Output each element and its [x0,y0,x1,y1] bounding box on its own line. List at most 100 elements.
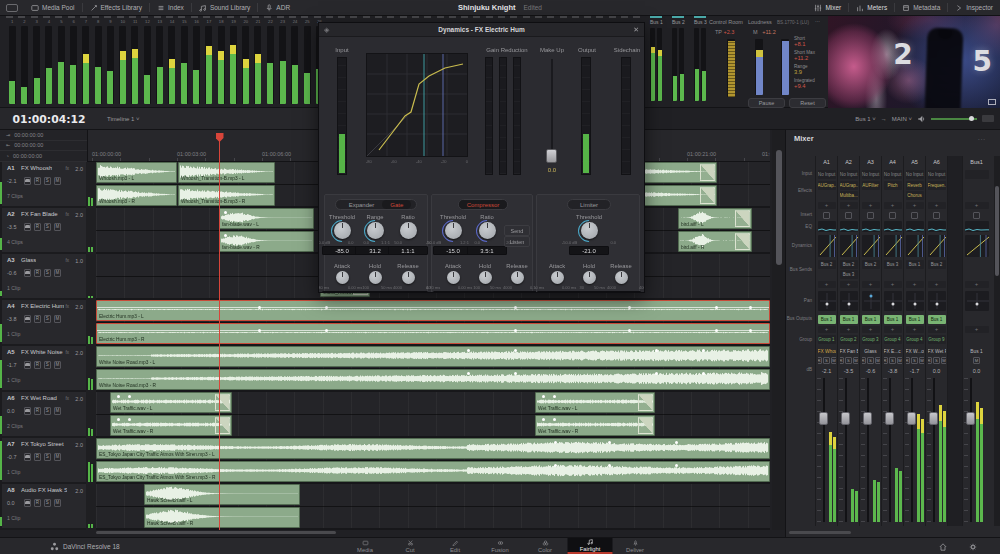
loudness-menu[interactable]: ... [815,17,820,23]
add-output-button[interactable]: + [906,326,924,333]
add-effect-button[interactable]: + [884,202,902,209]
mute-button[interactable]: M [54,315,62,323]
pan-control[interactable] [906,291,924,311]
add-effect-button[interactable]: + [928,202,946,209]
solo-button[interactable]: S [44,407,52,415]
group-chip[interactable]: Group 4 [884,335,902,344]
timeline-horizontal-scrollbar[interactable] [96,531,336,534]
lock-button[interactable] [24,453,32,461]
effect-chip[interactable]: Reverb [906,181,924,190]
lim-threshold-knob[interactable]: Threshold -50.0 dB0.0 -21.0 [556,214,622,255]
audio-clip[interactable]: Electric Hum.mp3 - L [96,300,770,321]
add-send-button[interactable]: + [965,281,989,288]
audio-clip[interactable]: fan-blade.wav - R [219,231,314,252]
lock-button[interactable] [24,361,32,369]
group-chip[interactable]: Group 2 [840,335,858,344]
effect-chip[interactable]: Frequen... [928,181,946,190]
add-send-button[interactable]: + [928,281,946,288]
bus-output-chip[interactable]: Bus 1 [840,315,858,324]
bus-output-chip[interactable]: Bus 1 [906,315,924,324]
track-header-a3[interactable]: A3Glass fx1.0 -0.6 R S M 1 Clip [0,254,86,298]
limiter-toggle[interactable]: Limiter [567,199,611,210]
solo-button[interactable]: S [44,361,52,369]
channel-fader[interactable] [964,376,989,526]
add-output-button[interactable]: + [862,326,880,333]
audio-clip[interactable]: White Noise Road.mp3 - R [96,369,770,390]
track-header-a2[interactable]: A2FX Fan Blade fx2.0 -3.5 R S M 4 Clips [0,208,86,252]
timeline-tab[interactable]: Timeline 1 ˅ [107,116,140,122]
channel-fader[interactable] [839,376,858,526]
add-output-button[interactable]: + [965,326,989,333]
insert-toggle[interactable] [867,212,874,219]
dialog-bypass-icon[interactable]: ◈ [324,26,329,34]
audio-clip[interactable]: Electric Hum.mp3 - R [96,323,770,344]
lock-button[interactable] [24,499,32,507]
arm-button[interactable]: R [34,269,42,277]
lock-button[interactable] [24,177,32,185]
media-pool-button[interactable]: Media Pool [24,0,82,15]
monitor-source[interactable]: Bus 1 ˅ [855,116,876,122]
dynamics-thumbnail[interactable] [884,235,902,257]
add-effect-button[interactable]: + [965,202,989,209]
page-cut[interactable]: Cut [388,538,433,554]
channel-fader[interactable] [883,376,902,526]
track-header-a5[interactable]: A5FX White Noise fx2.0 -1.7 R S M 1 Clip [0,346,86,390]
channel-fader[interactable] [927,376,946,526]
meters-button[interactable]: Meters [849,0,894,15]
effect-chip[interactable]: Multiba... [840,191,858,200]
compressor-toggle[interactable]: Compressor [458,199,508,210]
add-effect-button[interactable]: + [840,202,858,209]
mute-button[interactable]: M [54,223,62,231]
arm-button[interactable]: R [34,361,42,369]
lim-release-knob[interactable]: Release 50 ms4000 93 [588,263,645,293]
playhead[interactable] [219,133,220,530]
track-header-a4[interactable]: A4FX Electric Hum fx2.0 -3.8 R S M 1 Cli… [0,300,86,344]
lock-button[interactable] [24,269,32,277]
gear-icon[interactable] [969,543,977,551]
audio-clip[interactable]: fan-blade.wav - L [219,208,314,229]
dynamics-thumbnail[interactable] [818,235,836,257]
bus-send-chip[interactable]: Bus 2 [818,260,836,269]
timeline-vertical-scrollbar[interactable] [772,130,785,530]
add-send-button[interactable]: + [818,281,836,288]
audio-clip[interactable]: ES_Tokyo Japan City Traffic Atmos With S… [96,461,770,482]
pan-control[interactable] [965,291,989,311]
makeup-slider[interactable] [551,59,553,163]
mute-button[interactable]: M [54,453,62,461]
bus-send-chip[interactable]: Bus 2 [928,260,946,269]
mixer-horizontal-scrollbar[interactable] [789,531,851,534]
solo-button[interactable]: S [44,177,52,185]
inspector-button[interactable]: Inspector [948,0,1000,15]
mixer-menu[interactable]: ... [978,135,986,141]
insert-toggle[interactable] [845,212,852,219]
solo-button[interactable]: S [44,269,52,277]
monitor-volume-slider[interactable] [931,118,977,120]
eq-thumbnail[interactable] [906,221,924,232]
insert-toggle[interactable] [933,212,940,219]
dynamics-thumbnail[interactable] [840,235,858,257]
pan-control[interactable] [862,291,880,311]
bus-send-chip[interactable]: Bus 2 [862,260,880,269]
page-fairlight[interactable]: Fairlight [568,538,613,554]
add-send-button[interactable]: + [884,281,902,288]
group-chip[interactable]: Group 1 [818,335,836,344]
audio-clip[interactable]: bird.aiff - R [678,231,752,252]
eq-thumbnail[interactable] [840,221,858,232]
bus-output-chip[interactable]: Bus 1 [862,315,880,324]
channel-fader[interactable] [905,376,924,526]
add-output-button[interactable]: + [840,326,858,333]
group-chip[interactable]: Group 9 [928,335,946,344]
solo-button[interactable]: S [44,223,52,231]
sound-library-button[interactable]: Sound Library [192,0,257,15]
add-effect-button[interactable]: + [818,202,836,209]
window-icon[interactable] [6,4,18,12]
arm-button[interactable]: R [34,177,42,185]
eq-thumbnail[interactable] [862,221,880,232]
home-icon[interactable] [939,543,947,551]
page-deliver[interactable]: Deliver [613,538,658,554]
expander-gate-toggle[interactable]: ExpanderGate [335,199,417,210]
track-header-a1[interactable]: A1FX Whoosh fx2.0 -2.1 R S M 7 Clips [0,162,86,206]
pan-control[interactable] [818,291,836,311]
audio-clip[interactable]: Wet Traffic.wav - R [110,415,232,436]
arm-button[interactable]: R [34,453,42,461]
